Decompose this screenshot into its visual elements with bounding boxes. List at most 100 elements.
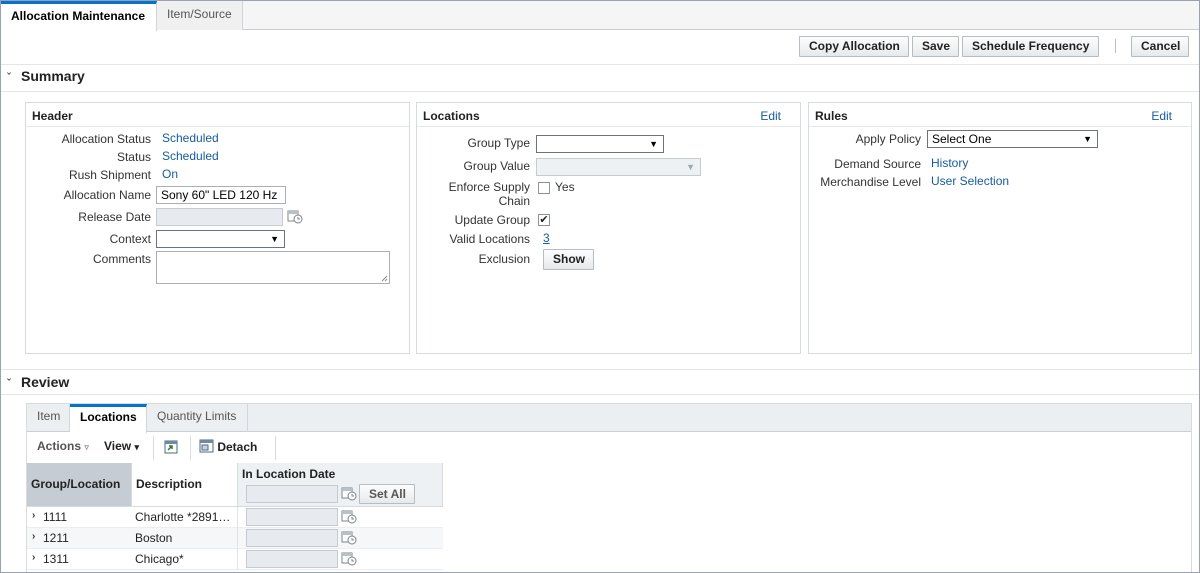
summary-title: Summary	[21, 68, 85, 84]
summary-section-toggle[interactable]: ˇ Summary	[7, 66, 85, 86]
context-label: Context	[109, 232, 151, 246]
release-date-input[interactable]	[156, 208, 283, 226]
table-toolbar: Actions ▿ View ▾ Detach	[27, 433, 1191, 463]
checkmark-icon: ✔	[539, 214, 549, 226]
actions-menu[interactable]: Actions ▿	[37, 439, 89, 453]
copy-allocation-button[interactable]: Copy Allocation	[799, 36, 909, 57]
tab-item-source[interactable]: Item/Source	[157, 1, 243, 30]
divider	[1, 91, 1199, 92]
enforce-yes-label: Yes	[555, 180, 575, 194]
enforce-supply-chain-checkbox[interactable]	[538, 182, 550, 194]
row-date-input[interactable]	[246, 508, 338, 526]
table-row[interactable]: › 1111 Charlotte *2891…	[27, 507, 443, 528]
in-location-date-label: In Location Date	[242, 467, 336, 481]
row-group-location: 1111	[43, 510, 68, 524]
row-description: Boston	[135, 531, 173, 545]
calendar-icon[interactable]	[341, 486, 357, 501]
expand-icon[interactable]: ›	[32, 510, 35, 521]
chevron-down-icon: ˇ	[7, 72, 11, 84]
group-type-label: Group Type	[467, 136, 530, 150]
allocation-status-value: Scheduled	[162, 131, 219, 145]
group-value-select[interactable]: ▼	[536, 158, 701, 176]
show-exclusion-button[interactable]: Show	[543, 249, 594, 270]
rules-panel: Rules Edit Apply Policy Select One ▼ Dem…	[808, 102, 1192, 354]
row-group-location: 1311	[43, 552, 69, 566]
status-value: Scheduled	[162, 149, 219, 163]
rules-edit-link[interactable]: Edit	[1151, 109, 1172, 123]
enforce-supply-chain-label-line1: Enforce Supply	[448, 180, 530, 194]
column-header-description[interactable]: Description	[132, 463, 238, 507]
save-button[interactable]: Save	[912, 36, 959, 57]
column-header-group-location[interactable]: Group/Location	[27, 463, 132, 507]
detach-icon	[199, 439, 214, 453]
table-row[interactable]: › 1311 Chicago*	[27, 549, 443, 570]
tab-allocation-maintenance[interactable]: Allocation Maintenance	[1, 1, 157, 31]
toolbar-separator	[1115, 39, 1116, 53]
review-panel: Item Locations Quantity Limits Actions ▿…	[26, 403, 1192, 572]
chevron-down-icon: ▾	[134, 442, 140, 452]
view-menu[interactable]: View ▾	[104, 439, 139, 453]
divider	[1, 394, 1199, 395]
tab-item[interactable]: Item	[27, 404, 70, 432]
table-row[interactable]: › 1211 Boston	[27, 528, 443, 549]
locations-edit-link[interactable]: Edit	[760, 109, 781, 123]
resize-handle-icon[interactable]	[381, 275, 388, 282]
expand-icon[interactable]: ›	[32, 552, 35, 563]
row-date-input[interactable]	[246, 529, 338, 547]
export-icon[interactable]	[163, 438, 180, 455]
status-label: Status	[116, 150, 151, 164]
calendar-icon[interactable]	[341, 530, 357, 545]
group-type-select[interactable]: ▼	[536, 135, 664, 153]
apply-policy-select[interactable]: Select One ▼	[927, 130, 1098, 148]
divider	[26, 126, 409, 127]
calendar-icon[interactable]	[287, 209, 303, 224]
demand-source-value: History	[931, 156, 969, 170]
dropdown-arrow-icon: ▼	[649, 139, 658, 149]
review-section-toggle[interactable]: ˇ Review	[7, 372, 69, 392]
header-panel: Header Allocation Status Scheduled Statu…	[25, 102, 410, 354]
review-title: Review	[21, 374, 70, 390]
detach-label: Detach	[217, 440, 258, 454]
divider	[1, 369, 1199, 370]
dropdown-arrow-icon: ▼	[1083, 134, 1092, 144]
exclusion-label: Exclusion	[478, 252, 530, 266]
expand-icon[interactable]: ›	[32, 531, 35, 542]
schedule-frequency-button[interactable]: Schedule Frequency	[962, 36, 1099, 57]
row-description: Chicago*	[135, 552, 184, 566]
toolbar-separator	[153, 436, 154, 460]
allocation-name-input[interactable]: Sony 60" LED 120 Hz	[156, 186, 286, 204]
apply-policy-label: Apply Policy	[855, 132, 921, 146]
top-tab-bar: Allocation Maintenance Item/Source	[1, 1, 1199, 31]
dropdown-arrow-icon: ▼	[686, 162, 695, 172]
merchandise-level-label: Merchandise Level	[820, 175, 921, 189]
comments-textarea[interactable]	[156, 251, 390, 284]
group-value-label: Group Value	[463, 159, 531, 173]
set-all-date-input[interactable]	[246, 485, 338, 503]
actions-menu-label: Actions	[37, 439, 82, 453]
calendar-icon[interactable]	[341, 551, 357, 566]
context-select[interactable]: ▼	[156, 230, 285, 248]
merchandise-level-value: User Selection	[931, 174, 1010, 188]
chevron-down-icon: ˇ	[7, 378, 11, 390]
comments-label: Comments	[92, 252, 151, 266]
divider	[809, 126, 1191, 127]
cancel-button[interactable]: Cancel	[1131, 36, 1189, 57]
enforce-supply-chain-label-line2: Chain	[498, 194, 530, 208]
toolbar-separator	[275, 436, 276, 460]
allocation-status-label: Allocation Status	[61, 132, 151, 146]
valid-locations-label: Valid Locations	[449, 232, 531, 246]
update-group-checkbox[interactable]: ✔	[538, 214, 550, 226]
apply-policy-value: Select One	[932, 132, 992, 146]
valid-locations-link[interactable]: 3	[543, 231, 550, 245]
tab-quantity-limits[interactable]: Quantity Limits	[147, 404, 248, 432]
row-date-input[interactable]	[246, 550, 338, 568]
detach-button[interactable]: Detach	[199, 439, 257, 454]
update-group-label: Update Group	[454, 213, 530, 227]
toolbar-separator	[190, 436, 191, 460]
set-all-button[interactable]: Set All	[359, 484, 415, 504]
calendar-icon[interactable]	[341, 509, 357, 524]
header-panel-title: Header	[32, 109, 73, 123]
review-tab-bar: Item Locations Quantity Limits	[27, 404, 1191, 433]
divider	[417, 126, 800, 127]
tab-locations[interactable]: Locations	[70, 404, 147, 433]
